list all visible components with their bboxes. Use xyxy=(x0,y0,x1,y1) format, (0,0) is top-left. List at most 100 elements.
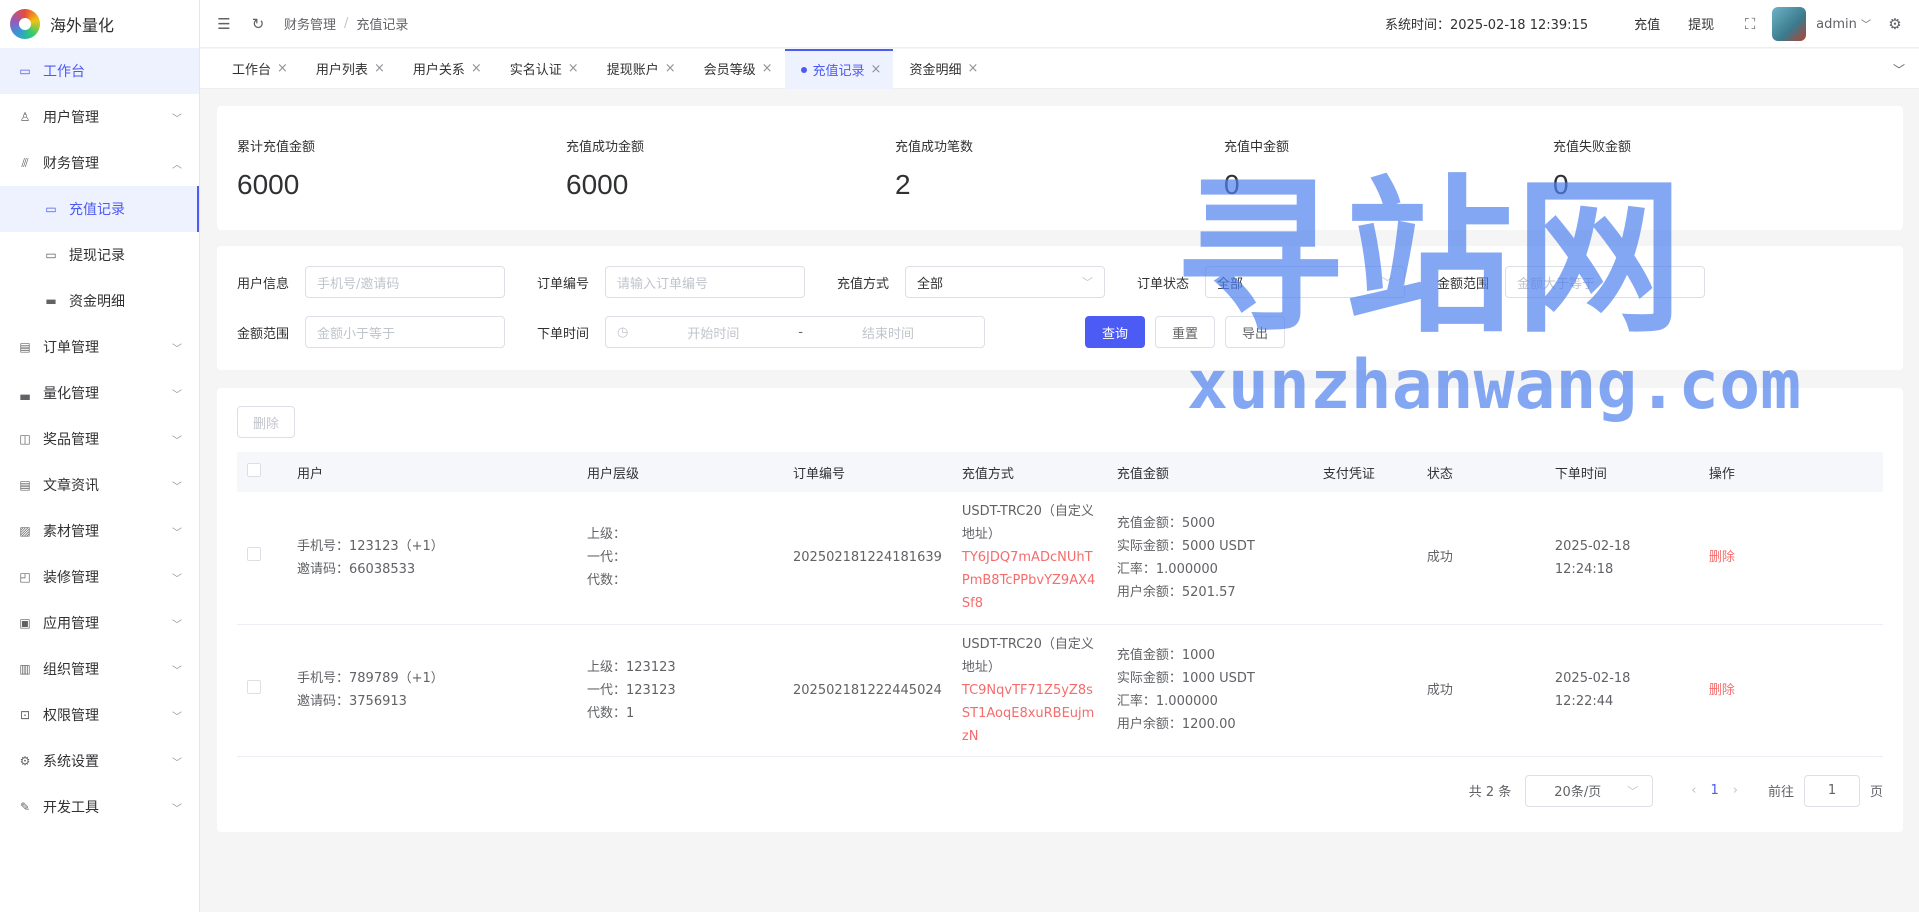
tab-label: 工作台 xyxy=(232,63,272,78)
close-icon[interactable]: × xyxy=(374,61,385,76)
tab-user-relations[interactable]: 用户关系 × xyxy=(397,49,494,89)
column-header: 充值方式 xyxy=(951,452,1107,492)
row-checkbox[interactable] xyxy=(247,547,261,562)
column-header: 状态 xyxy=(1416,452,1545,492)
logo: 海外量化 xyxy=(0,0,199,48)
prev-page-icon[interactable]: ‹ xyxy=(1691,783,1696,798)
method-value: 全部 xyxy=(917,276,944,292)
avatar[interactable] xyxy=(1772,6,1807,41)
tab-withdraw-accounts[interactable]: 提现账户 × xyxy=(591,49,688,89)
sidebar-item-recharge-records[interactable]: ▭ 充值记录 xyxy=(0,186,199,232)
sidebar-item-withdraw-records[interactable]: ▭ 提现记录 xyxy=(0,232,199,278)
amount-min-input[interactable]: 金额大于等于 xyxy=(1505,266,1705,298)
goto-page-input[interactable]: 1 xyxy=(1803,774,1860,807)
sidebar-item-users[interactable]: ♙ 用户管理 ﹀ xyxy=(0,94,199,140)
sidebar-item-settings[interactable]: ⚙ 系统设置 ﹀ xyxy=(0,738,199,784)
reset-button[interactable]: 重置 xyxy=(1155,316,1216,348)
export-button[interactable]: 导出 xyxy=(1225,316,1286,348)
user-generation: 一代：123123 xyxy=(587,682,676,698)
payment-voucher xyxy=(1312,624,1417,757)
user-gen-count: 代数：1 xyxy=(587,705,635,721)
building-icon: ▥ xyxy=(19,662,31,676)
sidebar-item-articles[interactable]: ▤ 文章资讯 ﹀ xyxy=(0,462,199,508)
order-number: 202502181222445024 xyxy=(783,624,952,757)
collapse-menu-icon[interactable]: ☰ xyxy=(216,16,232,32)
recharge-amount: 充值金额：5000 xyxy=(1116,515,1215,531)
sidebar-item-decoration[interactable]: ◰ 装修管理 ﹀ xyxy=(0,554,199,600)
order-time: 2025-02-18 12:22:44 xyxy=(1544,624,1699,757)
tab-label: 提现账户 xyxy=(606,63,659,78)
sidebar-item-quant[interactable]: ▃ 量化管理 ﹀ xyxy=(0,370,199,416)
tab-member-levels[interactable]: 会员等级 × xyxy=(688,49,785,89)
sidebar-item-finance[interactable]: ⫻ 财务管理 ︿ xyxy=(0,140,199,186)
message-icon: ▤ xyxy=(19,478,31,492)
close-icon[interactable]: × xyxy=(568,61,579,76)
start-time-input[interactable]: 开始时间 xyxy=(687,323,739,342)
chevron-up-icon: ︿ xyxy=(172,159,182,171)
gear-icon[interactable]: ⚙ xyxy=(1887,16,1903,32)
tab-recharge-records[interactable]: 充值记录 × xyxy=(784,48,894,89)
close-icon[interactable]: × xyxy=(967,61,978,76)
query-button[interactable]: 查询 xyxy=(1085,316,1146,348)
exchange-rate: 汇率：1.000000 xyxy=(1116,694,1218,709)
chevron-down-icon[interactable]: ﹀ xyxy=(1893,61,1905,78)
select-all-checkbox[interactable] xyxy=(247,463,261,477)
wallet-icon: ▬ xyxy=(45,294,57,308)
tab-workbench[interactable]: 工作台 × xyxy=(216,49,300,89)
stat-success-amount: 充值成功金额 6000 xyxy=(566,136,895,230)
order-no-input[interactable]: 请输入订单编号 xyxy=(605,266,805,298)
close-icon[interactable]: × xyxy=(762,61,773,76)
user-invite-code: 邀请码：66038533 xyxy=(297,561,416,577)
amount-max-input[interactable]: 金额小于等于 xyxy=(305,316,505,348)
tab-user-list[interactable]: 用户列表 × xyxy=(300,49,397,89)
tab-fund-details[interactable]: 资金明细 × xyxy=(893,49,990,89)
recharge-link[interactable]: 充值 xyxy=(1634,14,1660,33)
sidebar-item-devtools[interactable]: ✎ 开发工具 ﹀ xyxy=(0,784,199,830)
delete-link[interactable]: 删除 xyxy=(1709,683,1735,698)
page-number[interactable]: 1 xyxy=(1710,783,1718,798)
range-separator: - xyxy=(798,324,803,340)
breadcrumb-separator: / xyxy=(344,16,349,31)
withdraw-link[interactable]: 提现 xyxy=(1688,14,1714,33)
breadcrumb-item[interactable]: 财务管理 xyxy=(284,14,336,33)
refresh-icon[interactable]: ↻ xyxy=(250,16,266,32)
row-checkbox[interactable] xyxy=(247,679,261,694)
wallet-address: TY6JDQ7mADcNUhTPmB8TcPPbvYZ9AX4Sf8 xyxy=(961,550,1096,612)
close-icon[interactable]: × xyxy=(277,61,288,76)
date-range-picker[interactable]: ◷ 开始时间 - 结束时间 xyxy=(605,316,985,348)
next-page-icon[interactable]: › xyxy=(1733,783,1738,798)
sidebar-item-prizes[interactable]: ◫ 奖品管理 ﹀ xyxy=(0,416,199,462)
sidebar-item-fund-details[interactable]: ▬ 资金明细 xyxy=(0,278,199,324)
close-icon[interactable]: × xyxy=(871,62,882,77)
tab-label: 实名认证 xyxy=(509,63,562,78)
stat-success-count: 充值成功笔数 2 xyxy=(895,136,1224,230)
user-invite-code: 邀请码：3756913 xyxy=(297,694,407,709)
batch-delete-button[interactable]: 删除 xyxy=(237,406,296,438)
close-icon[interactable]: × xyxy=(471,61,482,76)
page-size-select[interactable]: 20条/页 ﹀ xyxy=(1525,774,1654,807)
bag-icon: ◫ xyxy=(19,432,31,446)
logo-icon xyxy=(10,9,40,39)
sidebar-item-materials[interactable]: ▨ 素材管理 ﹀ xyxy=(0,508,199,554)
chevron-down-icon: ﹀ xyxy=(172,527,182,539)
end-time-input[interactable]: 结束时间 xyxy=(862,323,914,342)
tab-real-name[interactable]: 实名认证 × xyxy=(494,49,591,89)
sidebar-item-permissions[interactable]: ⊡ 权限管理 ﹀ xyxy=(0,692,199,738)
sidebar-item-workbench[interactable]: ▭ 工作台 xyxy=(0,48,199,94)
method-select[interactable]: 全部 ﹀ xyxy=(905,266,1105,298)
sidebar-item-orders[interactable]: ▤ 订单管理 ﹀ xyxy=(0,324,199,370)
close-icon[interactable]: × xyxy=(665,61,676,76)
delete-link[interactable]: 删除 xyxy=(1709,550,1735,565)
sidebar-item-apps[interactable]: ▣ 应用管理 ﹀ xyxy=(0,600,199,646)
user-menu[interactable]: admin ﹀ xyxy=(1816,16,1871,32)
sidebar-item-organization[interactable]: ▥ 组织管理 ﹀ xyxy=(0,646,199,692)
app-icon: ▣ xyxy=(19,616,31,630)
user-info-input[interactable]: 手机号/邀请码 xyxy=(305,266,505,298)
chevron-down-icon: ﹀ xyxy=(1861,19,1871,31)
top-header: ☰ ↻ 财务管理 / 充值记录 系统时间：2025-02-18 12:39:15… xyxy=(200,0,1919,48)
system-time: 系统时间：2025-02-18 12:39:15 xyxy=(1385,18,1589,33)
fullscreen-icon[interactable]: ⛶ xyxy=(1742,16,1758,32)
stat-label: 充值失败金额 xyxy=(1553,140,1632,155)
status-select[interactable]: 全部 ﹀ xyxy=(1205,266,1405,298)
stat-value: 0 xyxy=(1553,169,1569,200)
